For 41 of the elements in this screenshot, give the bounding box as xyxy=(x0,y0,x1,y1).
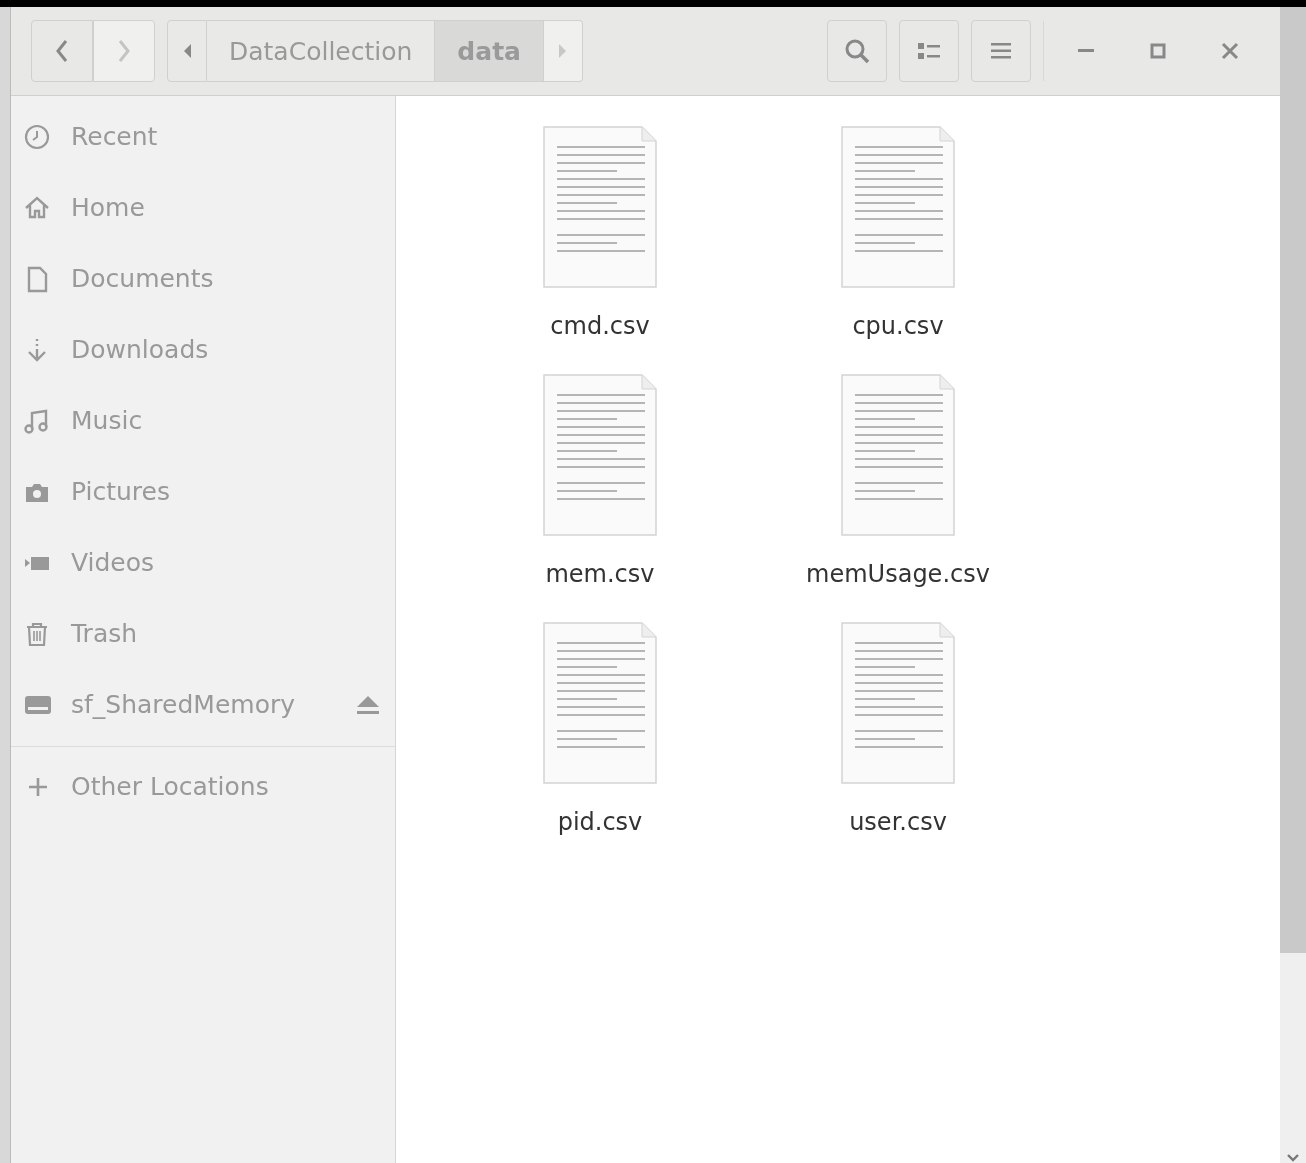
forward-button[interactable] xyxy=(93,20,155,82)
path-segment[interactable]: DataCollection xyxy=(207,20,436,82)
right-triangle-icon xyxy=(557,43,568,59)
view-toggle-button[interactable] xyxy=(899,20,959,82)
sidebar-item[interactable]: Other Locations xyxy=(11,751,395,822)
file-name[interactable]: memUsage.csv xyxy=(806,560,990,588)
text-file-icon[interactable] xyxy=(543,374,657,536)
menu-icon xyxy=(991,42,1011,60)
sidebar-item[interactable]: Home xyxy=(11,172,395,243)
sidebar-item[interactable]: Music xyxy=(11,385,395,456)
file-name[interactable]: mem.csv xyxy=(545,560,655,588)
left-triangle-icon xyxy=(182,43,192,59)
menu-button[interactable] xyxy=(971,20,1031,82)
text-file-icon[interactable] xyxy=(543,126,657,288)
text-file-icon[interactable] xyxy=(543,622,657,784)
scroll-down-icon[interactable] xyxy=(1286,1153,1300,1163)
search-button[interactable] xyxy=(827,20,887,82)
text-file-icon[interactable] xyxy=(841,126,955,288)
file-name[interactable]: cpu.csv xyxy=(852,312,944,340)
list-view-icon xyxy=(917,41,941,61)
path-left-button[interactable] xyxy=(167,20,207,82)
sidebar-item[interactable]: sf_SharedMemory xyxy=(11,669,395,740)
sidebar-item[interactable]: Recent xyxy=(11,101,395,172)
search-icon xyxy=(844,38,870,64)
sidebar-item[interactable]: Trash xyxy=(11,598,395,669)
file-name[interactable]: user.csv xyxy=(849,808,947,836)
sidebar-item[interactable]: Documents xyxy=(11,243,395,314)
file-name[interactable]: pid.csv xyxy=(557,808,643,836)
sidebar-item[interactable]: Pictures xyxy=(11,456,395,527)
path-right-button[interactable] xyxy=(543,20,583,82)
text-file-icon[interactable] xyxy=(841,374,955,536)
file-name[interactable]: cmd.csv xyxy=(550,312,650,340)
maximize-icon xyxy=(1150,43,1166,59)
sidebar-item[interactable]: Videos xyxy=(11,527,395,598)
text-file-icon[interactable] xyxy=(841,622,955,784)
close-icon xyxy=(1221,42,1239,60)
sidebar-item[interactable]: Downloads xyxy=(11,314,395,385)
back-button[interactable] xyxy=(31,20,93,82)
minimize-icon xyxy=(1078,48,1094,54)
scrollbar[interactable] xyxy=(1280,7,1306,1163)
path-segment[interactable]: data xyxy=(435,20,544,82)
